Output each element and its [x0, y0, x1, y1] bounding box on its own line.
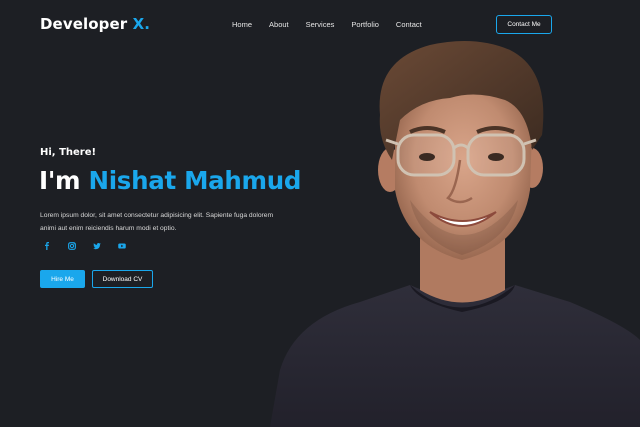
logo-text: Developer: [40, 15, 128, 33]
hire-me-button[interactable]: Hire Me: [40, 270, 85, 288]
nav-contact[interactable]: Contact: [396, 20, 422, 29]
hero-greeting: Hi, There!: [40, 147, 97, 158]
main-nav: Home About Services Portfolio Contact: [232, 20, 439, 29]
headline-prefix: I'm: [39, 166, 81, 195]
facebook-icon[interactable]: [41, 240, 53, 252]
nav-portfolio[interactable]: Portfolio: [351, 20, 379, 29]
twitter-icon[interactable]: [91, 240, 103, 252]
headline-name: Nishat Mahmud: [88, 166, 302, 195]
hero-headline: I'm Nishat Mahmud: [39, 166, 301, 195]
nav-about[interactable]: About: [269, 20, 289, 29]
profile-photo: [270, 41, 640, 427]
social-links: [41, 240, 141, 252]
logo-accent: X.: [132, 15, 151, 33]
hero-page: Developer X. Home About Services Portfol…: [0, 0, 640, 427]
instagram-icon[interactable]: [66, 240, 78, 252]
site-logo[interactable]: Developer X.: [40, 15, 150, 33]
youtube-icon[interactable]: [116, 240, 128, 252]
hero-description: Lorem ipsum dolor, sit amet consectetur …: [40, 212, 274, 232]
nav-home[interactable]: Home: [232, 20, 252, 29]
nav-services[interactable]: Services: [306, 20, 335, 29]
contact-me-button[interactable]: Contact Me: [496, 15, 552, 34]
download-cv-button[interactable]: Download CV: [92, 270, 153, 288]
